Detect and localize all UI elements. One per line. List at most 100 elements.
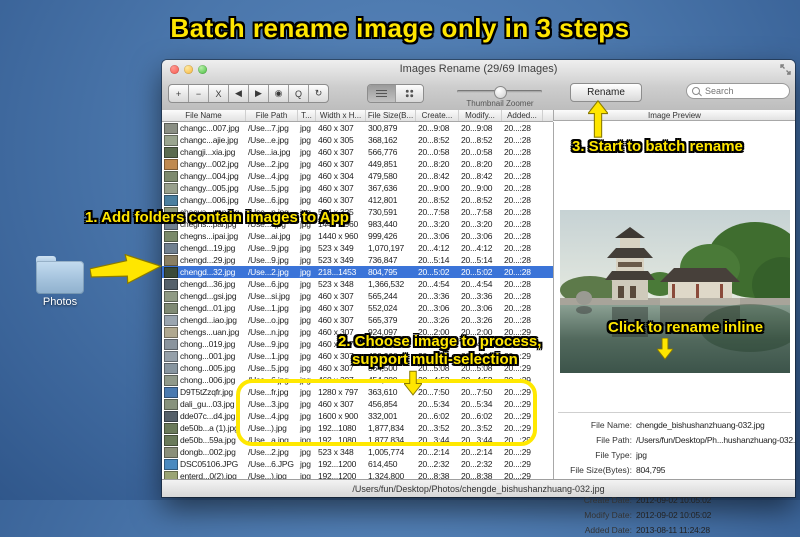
cell-added-date: 20...:28	[504, 243, 531, 253]
table-row[interactable]: chegns...ipai.jpg /Use...ai.jpg jpg 1440…	[162, 230, 553, 242]
cell-create-date: 20...9:00	[418, 183, 450, 193]
cell-file-name: chegns...ipai.jpg	[162, 230, 246, 242]
thumbnail-zoomer-slider[interactable]	[457, 86, 542, 99]
file-details: File Name: chengde_bishushanzhuang-032.j…	[554, 417, 795, 537]
table-row[interactable]: changy...005.jpg /Use...5.jpg jpg 460 x …	[162, 182, 553, 194]
cell-file-name: changji...xia.jpg	[162, 146, 246, 158]
cell-file-size: 565,244	[368, 291, 398, 301]
nav-button-previous[interactable]: ◀	[229, 85, 249, 102]
table-row[interactable]: chengd...19.jpg /Use...9.jpg jpg 523 x 3…	[162, 242, 553, 254]
table-row[interactable]: chengd...32.jpg /Use...2.jpg jpg 218...1…	[162, 266, 553, 278]
cell-type: jpg	[300, 147, 311, 157]
cell-file-path: /Use...e.jpg	[248, 135, 289, 145]
table-row[interactable]: chengd...01.jpg /Use...1.jpg jpg 460 x 3…	[162, 302, 553, 314]
table-row[interactable]: DSC05106.JPG /Use...6.JPG jpg 192...1200…	[162, 458, 553, 470]
title-bar[interactable]: Images Rename (29/69 Images)	[162, 60, 795, 78]
thumbnail-icon	[164, 422, 178, 434]
cell-file-size: 368,162	[368, 135, 398, 145]
table-row[interactable]: chengd...29.jpg /Use...9.jpg jpg 523 x 3…	[162, 254, 553, 266]
thumbnail-icon	[164, 326, 178, 338]
cell-file-path: /Use...si.jpg	[248, 291, 290, 301]
nav-button-next[interactable]: ▶	[249, 85, 269, 102]
table-row[interactable]: chengd...iao.jpg /Use...o.jpg jpg 460 x …	[162, 314, 553, 326]
cell-file-name: chengd...gsi.jpg	[162, 290, 246, 302]
annotation-rename-inline: Click to rename inline	[608, 319, 764, 336]
table-row[interactable]: changji...xia.jpg /Use...ia.jpg jpg 460 …	[162, 146, 553, 158]
cell-create-date: 20...5:14	[418, 255, 450, 265]
grid-view-button[interactable]	[395, 85, 423, 102]
cell-create-date: 20...8:42	[418, 171, 450, 181]
cell-file-name: chengd...32.jpg	[162, 266, 246, 278]
search-input[interactable]	[703, 85, 787, 97]
detail-row[interactable]: File Path: /Users/fun/Desktop/Ph...husha…	[554, 432, 795, 447]
column-header[interactable]: File Name	[162, 110, 246, 121]
cell-added-date: 20...:28	[504, 147, 531, 157]
resize-icon[interactable]	[780, 64, 791, 75]
cell-type: jpg	[300, 243, 311, 253]
column-header[interactable]: File Size(B...	[366, 110, 416, 121]
column-header[interactable]: Width x H...	[316, 110, 366, 121]
cell-file-name: chengd...19.jpg	[162, 242, 246, 254]
detail-row[interactable]: Modify Date: 2012-09-02 10:05:02	[554, 507, 795, 522]
detail-row[interactable]: Added Date: 2013-08-11 11:24:28	[554, 522, 795, 537]
cell-create-date: 20...3:26	[418, 315, 450, 325]
nav-button-remove[interactable]: −	[189, 85, 209, 102]
detail-row[interactable]: File Name: chengde_bishushanzhuang-032.j…	[554, 417, 795, 432]
nav-button-delete[interactable]: X	[209, 85, 229, 102]
cell-type: jpg	[300, 327, 311, 337]
list-view-button[interactable]	[368, 85, 395, 102]
detail-label: File Path:	[596, 434, 632, 445]
table-row[interactable]: dongb...002.jpg /Use...2.jpg jpg 523 x 3…	[162, 446, 553, 458]
cell-file-name: chong...019.jpg	[162, 338, 246, 350]
slider-knob[interactable]	[494, 86, 507, 99]
cell-type: jpg	[300, 195, 311, 205]
cell-modify-date: 20...3:26	[461, 315, 493, 325]
column-header[interactable]: Create...	[416, 110, 459, 121]
table-row[interactable]: changc...007.jpg /Use...7.jpg jpg 460 x …	[162, 122, 553, 134]
table-row[interactable]: changy...004.jpg /Use...4.jpg jpg 460 x …	[162, 170, 553, 182]
thumbnail-icon	[164, 266, 178, 278]
search-field[interactable]	[686, 83, 790, 99]
cell-file-size: 1,070,197	[368, 243, 405, 253]
column-header[interactable]: Modify...	[459, 110, 502, 121]
thumbnail-icon	[164, 134, 178, 146]
nav-button-add[interactable]: +	[169, 85, 189, 102]
cell-file-size: 804,795	[368, 267, 398, 277]
cell-file-name: de50b...59a.jpg	[162, 434, 246, 446]
thumbnail-icon	[164, 170, 178, 182]
column-header[interactable]: Added...	[502, 110, 543, 121]
cell-modify-date: 20...9:00	[461, 183, 493, 193]
nav-button-refresh[interactable]: ↻	[309, 85, 328, 102]
cell-modify-date: 20...4:12	[461, 243, 493, 253]
cell-create-date: 20...8:20	[418, 159, 450, 169]
table-row[interactable]: chengd...36.jpg /Use...6.jpg jpg 523 x 3…	[162, 278, 553, 290]
cell-added-date: 20...:28	[504, 315, 531, 325]
cell-file-name: dongb...002.jpg	[162, 446, 246, 458]
cell-added-date: 20...:28	[504, 195, 531, 205]
cell-dimensions: 460 x 307	[318, 159, 354, 169]
cell-added-date: 20...:28	[504, 135, 531, 145]
cell-added-date: 20...:28	[504, 207, 531, 217]
table-row[interactable]: changc...ajie.jpg /Use...e.jpg jpg 460 x…	[162, 134, 553, 146]
cell-file-name: DSC05106.JPG	[162, 458, 246, 470]
cell-dimensions: 460 x 307	[318, 123, 354, 133]
detail-row[interactable]: File Size(Bytes): 804,795	[554, 462, 795, 477]
nav-button-search[interactable]: Q	[289, 85, 309, 102]
detail-value: 2013-08-11 11:24:28	[636, 524, 710, 535]
cell-type: jpg	[300, 255, 311, 265]
cell-added-date: 20...:29	[504, 471, 531, 479]
photos-folder-icon[interactable]	[36, 256, 84, 294]
cell-modify-date: 20...3:36	[461, 291, 493, 301]
cell-modify-date: 20...8:20	[461, 159, 493, 169]
column-header[interactable]: File Path	[246, 110, 298, 121]
detail-row[interactable]: File Type: jpg	[554, 447, 795, 462]
table-row[interactable]: changy...006.jpg /Use...6.jpg jpg 460 x …	[162, 194, 553, 206]
table-row[interactable]: chengd...gsi.jpg /Use...si.jpg jpg 460 x…	[162, 290, 553, 302]
thumbnail-icon	[164, 254, 178, 266]
cell-type: jpg	[300, 303, 311, 313]
nav-button-preview[interactable]: ◉	[269, 85, 289, 102]
table-row[interactable]: enterd...0(2).jpg /Use...).jpg jpg 192..…	[162, 470, 553, 479]
table-row[interactable]: changy...002.jpg /Use...2.jpg jpg 460 x …	[162, 158, 553, 170]
cell-modify-date: 20...8:38	[461, 471, 493, 479]
column-header[interactable]: T...	[298, 110, 316, 121]
